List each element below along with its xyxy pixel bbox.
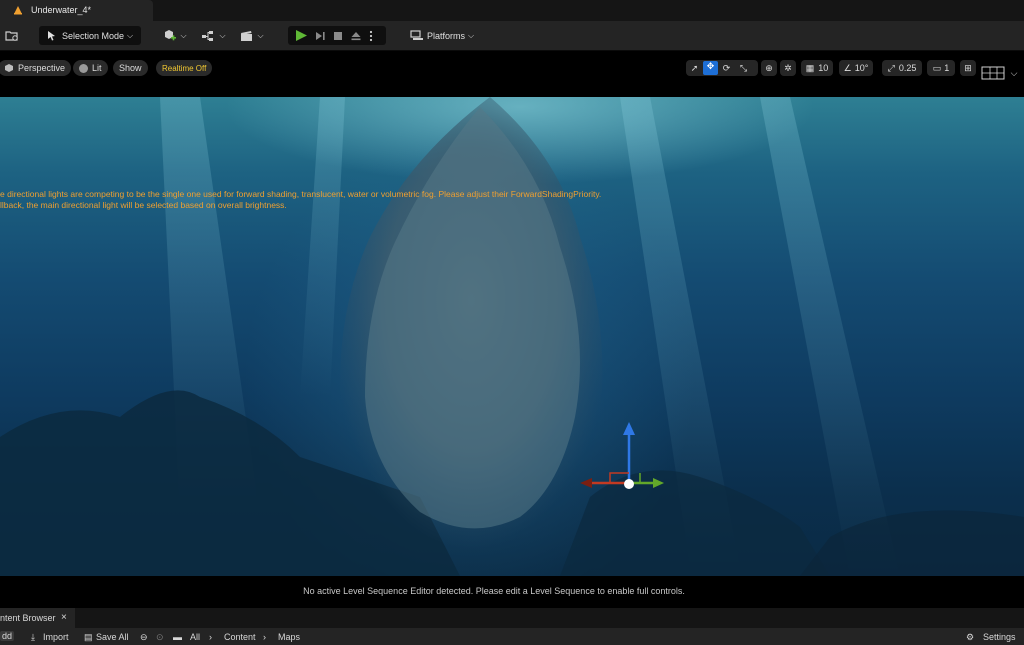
import-button[interactable]: Import (43, 632, 69, 642)
clapperboard-icon (241, 30, 253, 41)
breadcrumb-all[interactable]: All (190, 632, 200, 642)
content-browser-tab-label: ntent Browser (0, 613, 56, 623)
platforms-label: Platforms (426, 30, 465, 41)
chevron-down-icon: ⌵ (126, 30, 134, 40)
grid-icon: ▦ (805, 62, 815, 73)
show-label: Show (119, 63, 142, 73)
warning-message-1: e directional lights are competing to be… (0, 189, 602, 199)
settings-button[interactable]: Settings (983, 632, 1016, 642)
maximize-viewport-button[interactable]: ⊞ (960, 60, 976, 76)
grid-snap-value: 10 (818, 63, 829, 73)
advance-frame-icon[interactable] (314, 30, 326, 42)
select-tool-icon[interactable]: ➚ (686, 63, 703, 74)
import-icon: ⤓ (31, 632, 35, 642)
stop-icon[interactable] (332, 30, 344, 42)
more-options-icon[interactable] (368, 30, 374, 42)
perspective-button[interactable]: Perspective (0, 60, 72, 76)
breadcrumb-maps[interactable]: Maps (278, 632, 300, 642)
blueprint-icon (202, 30, 214, 41)
play-icon[interactable] (294, 29, 308, 42)
scale-icon: ⤢ (887, 62, 895, 73)
camera-icon: ▭ (932, 62, 942, 73)
angle-icon: ∠ (843, 62, 852, 73)
maximize-icon: ⊞ (964, 62, 972, 73)
chevron-down-icon: ⌵ (1010, 67, 1018, 78)
selection-mode-label: Selection Mode (61, 30, 124, 41)
document-tab-bar (0, 0, 1024, 21)
content-browser-toolbar: dd ⤓ Import ▤ Save All ⊖ ⊙ ▬ All › Conte… (0, 628, 1024, 645)
scale-tool-icon[interactable]: ⤡ (735, 63, 752, 74)
blueprints-button[interactable]: ⌵ (200, 26, 228, 45)
scale-snap-button[interactable]: ⤢ 0.25 (882, 60, 922, 76)
selection-mode-dropdown[interactable]: Selection Mode ⌵ (39, 26, 141, 45)
lit-label: Lit (92, 63, 102, 73)
rotation-snap-value: 10° (854, 63, 869, 73)
rotate-tool-icon[interactable]: ⟳ (718, 63, 735, 74)
show-button[interactable]: Show (113, 60, 148, 76)
grid-snap-button[interactable]: ▦ 10 (801, 60, 833, 76)
globe-icon: ⊕ (765, 62, 773, 73)
chevron-down-icon: ⌵ (180, 30, 187, 40)
status-message: No active Level Sequence Editor detected… (303, 586, 685, 596)
breadcrumb-separator-icon: › (263, 632, 266, 642)
lit-button[interactable]: Lit (73, 60, 108, 76)
content-browser-tab[interactable]: ntent Browser × (0, 608, 75, 628)
breadcrumb-content[interactable]: Content (224, 632, 256, 642)
back-icon[interactable]: ⊖ (140, 632, 148, 643)
level-icon (14, 6, 22, 15)
level-tab[interactable]: Underwater_4* (0, 0, 153, 21)
forward-icon[interactable]: ⊙ (156, 632, 164, 643)
transform-tools: ➚ ✥ ⟳ ⤡ (686, 60, 758, 76)
add-actor-button[interactable]: ⌵ (161, 26, 189, 45)
sequencer-status-bar: No active Level Sequence Editor detected… (0, 576, 1024, 608)
breadcrumb-separator-icon: › (209, 632, 212, 642)
viewport-toolbar: Perspective Lit Show Realtime Off ➚ ✥ ⟳ … (0, 51, 1024, 97)
camera-speed-button[interactable]: ▭ 1 (927, 60, 955, 76)
platforms-dropdown[interactable]: Platforms ⌵ (406, 26, 478, 45)
folder-icon: ▬ (173, 632, 182, 642)
main-toolbar: Selection Mode ⌵ ⌵ ⌵ ⌵ Platforms ⌵ (0, 21, 1024, 51)
layout-chevron[interactable]: ⌵ (1008, 65, 1020, 81)
layout-button[interactable] (980, 65, 1006, 81)
close-tab-icon[interactable]: × (61, 612, 67, 623)
play-controls-group (288, 26, 386, 45)
platforms-icon (410, 30, 423, 40)
save-current-button[interactable] (3, 26, 21, 45)
add-actor-icon (165, 30, 177, 41)
save-icon: ▤ (84, 632, 93, 642)
camera-speed-value: 1 (944, 63, 950, 73)
translate-tool-icon[interactable]: ✥ (703, 61, 718, 75)
eject-icon[interactable] (350, 30, 362, 42)
chevron-down-icon: ⌵ (257, 30, 264, 40)
level-tab-title: Underwater_4* (31, 5, 92, 15)
underwater-scene (0, 97, 1024, 576)
level-viewport[interactable]: e directional lights are competing to be… (0, 97, 1024, 576)
chevron-down-icon: ⌵ (219, 30, 226, 40)
cube-icon (5, 64, 13, 72)
surface-snap-button[interactable]: ✲ (780, 60, 796, 76)
warning-message-2: llback, the main directional light will … (0, 200, 287, 210)
realtime-label: Realtime Off (162, 63, 207, 73)
gear-icon: ⚙ (966, 632, 975, 642)
cinematics-button[interactable]: ⌵ (238, 26, 266, 45)
scale-snap-value: 0.25 (898, 63, 917, 73)
viewport-layout-icon (981, 66, 1005, 80)
chevron-down-icon: ⌵ (467, 30, 475, 40)
content-browser-tab-bar (0, 608, 1024, 628)
realtime-toggle[interactable]: Realtime Off (156, 60, 213, 76)
content-folder-icon (5, 30, 18, 41)
add-button[interactable]: dd (0, 631, 15, 641)
perspective-label: Perspective (18, 63, 66, 73)
world-local-toggle[interactable]: ⊕ (761, 60, 777, 76)
save-all-button[interactable]: Save All (96, 632, 129, 642)
rotation-snap-button[interactable]: ∠ 10° (839, 60, 873, 76)
cursor-icon (47, 31, 55, 41)
surface-snap-icon: ✲ (784, 62, 792, 73)
sphere-icon (79, 63, 88, 73)
